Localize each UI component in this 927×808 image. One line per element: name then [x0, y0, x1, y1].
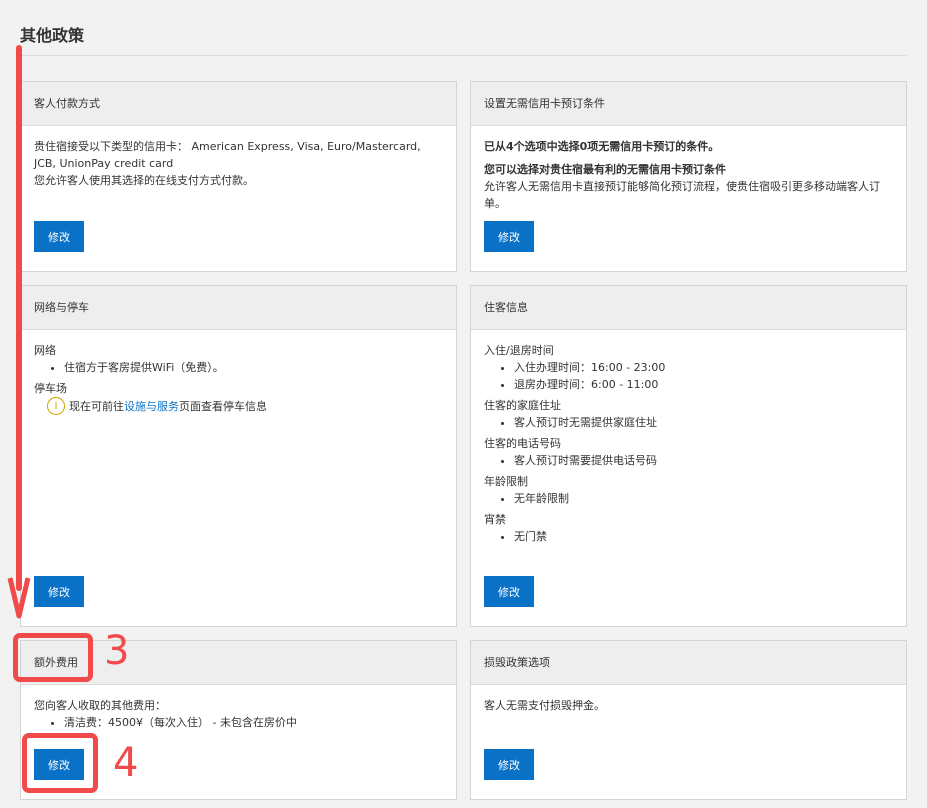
annotation-number-4: 4 [113, 740, 139, 786]
title-divider [20, 55, 907, 56]
damage-policy-text: 客人无需支付损毁押金。 [484, 699, 605, 712]
card-title: 损毁政策选项 [471, 641, 906, 685]
damage-policy-card: 损毁政策选项 客人无需支付损毁押金。 修改 [470, 640, 907, 800]
edit-payment-button[interactable]: 修改 [34, 221, 84, 252]
list-item: 入住办理时间：16:00 - 23:00 [514, 359, 893, 376]
online-payment-text: 您允许客人使用其选择的在线支付方式付款。 [34, 174, 254, 187]
card-title: 网络与停车 [21, 286, 456, 330]
curfew-label: 宵禁 [484, 513, 506, 526]
internet-list: 住宿方于客房提供WiFi（免费）。 [34, 359, 443, 376]
accepted-cards-text: 贵住宿接受以下类型的信用卡： American Express, Visa, E… [34, 140, 421, 170]
list-item: 客人预订时需要提供电话号码 [514, 452, 893, 469]
edit-guest-info-button[interactable]: 修改 [484, 576, 534, 607]
no-card-description: 允许客人无需信用卡直接预订能够简化预订流程，使贵住宿吸引更多移动端客人订单。 [484, 180, 880, 210]
internet-label: 网络 [34, 344, 56, 357]
edit-damage-button[interactable]: 修改 [484, 749, 534, 780]
address-label: 住客的家庭住址 [484, 399, 561, 412]
age-list: 无年龄限制 [484, 490, 893, 507]
facilities-link[interactable]: 设施与服务 [124, 398, 179, 415]
phone-label: 住客的电话号码 [484, 437, 561, 450]
fees-list: 清洁费：4500¥（每次入住） - 未包含在房价中 [34, 714, 443, 731]
card-title: 设置无需信用卡预订条件 [471, 82, 906, 126]
checkin-list: 入住办理时间：16:00 - 23:00 退房办理时间：6:00 - 11:00 [484, 359, 893, 393]
parking-label: 停车场 [34, 382, 67, 395]
parking-info: i 现在可前往 设施与服务 页面查看停车信息 [47, 397, 443, 415]
selection-summary: 已从4个选项中选择0项无需信用卡预订的条件。 [484, 140, 720, 153]
card-title: 客人付款方式 [21, 82, 456, 126]
address-list: 客人预订时无需提供家庭住址 [484, 414, 893, 431]
list-item: 无门禁 [514, 528, 893, 545]
list-item: 无年龄限制 [514, 490, 893, 507]
annotation-number-3: 3 [104, 628, 130, 674]
phone-list: 客人预订时需要提供电话号码 [484, 452, 893, 469]
extra-fees-intro: 您向客人收取的其他费用： [34, 699, 166, 712]
parking-info-pre: 现在可前往 [69, 399, 124, 413]
info-icon: i [47, 397, 65, 415]
checkin-label: 入住/退房时间 [484, 344, 554, 357]
edit-internet-button[interactable]: 修改 [34, 576, 84, 607]
payment-methods-card: 客人付款方式 贵住宿接受以下类型的信用卡： American Express, … [20, 81, 457, 272]
age-label: 年龄限制 [484, 475, 528, 488]
guest-info-card: 住客信息 入住/退房时间 入住办理时间：16:00 - 23:00 退房办理时间… [470, 285, 907, 627]
internet-parking-card: 网络与停车 网络 住宿方于客房提供WiFi（免费）。 停车场 i 现在可前往 设… [20, 285, 457, 627]
page-title: 其他政策 [20, 26, 85, 45]
curfew-list: 无门禁 [484, 528, 893, 545]
card-title: 住客信息 [471, 286, 906, 330]
annotation-box-4 [22, 733, 98, 793]
list-item: 清洁费：4500¥（每次入住） - 未包含在房价中 [64, 714, 443, 731]
list-item: 退房办理时间：6:00 - 11:00 [514, 376, 893, 393]
edit-no-card-button[interactable]: 修改 [484, 221, 534, 252]
no-card-booking-card: 设置无需信用卡预订条件 已从4个选项中选择0项无需信用卡预订的条件。 您可以选择… [470, 81, 907, 272]
no-card-subtitle: 您可以选择对贵住宿最有利的无需信用卡预订条件 [484, 163, 726, 176]
list-item: 客人预订时无需提供家庭住址 [514, 414, 893, 431]
annotation-box-3 [13, 633, 93, 682]
list-item: 住宿方于客房提供WiFi（免费）。 [64, 359, 443, 376]
parking-info-post: 页面查看停车信息 [179, 399, 267, 413]
